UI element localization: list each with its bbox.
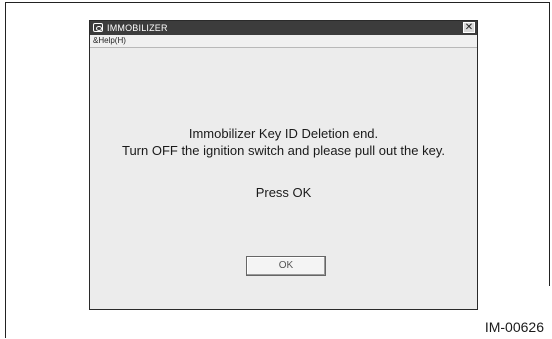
message-line-instructions: Turn OFF the ignition switch and please … <box>121 143 445 158</box>
message-line-deletion-end: Immobilizer Key ID Deletion end. <box>188 126 379 141</box>
close-icon[interactable]: ✕ <box>463 22 475 33</box>
menu-item-help[interactable]: &Help(H) <box>93 35 126 47</box>
dialog-content: Immobilizer Key ID Deletion end. Turn OF… <box>90 48 477 309</box>
menu-bar: &Help(H) <box>90 35 477 48</box>
title-bar[interactable]: IMMOBILIZER ✕ <box>90 21 477 35</box>
app-icon[interactable] <box>93 23 103 32</box>
immobilizer-dialog: IMMOBILIZER ✕ &Help(H) Immobilizer Key I… <box>89 20 478 310</box>
figure-id-label: IM-00626 <box>484 319 544 335</box>
figure-frame-top <box>5 2 550 3</box>
window-title: IMMOBILIZER <box>107 23 168 33</box>
ok-button[interactable]: OK <box>246 256 326 276</box>
message-line-press-ok: Press OK <box>255 185 312 200</box>
figure-frame-right <box>549 2 550 286</box>
figure-page: IMMOBILIZER ✕ &Help(H) Immobilizer Key I… <box>0 0 552 339</box>
figure-frame-left <box>5 2 6 338</box>
